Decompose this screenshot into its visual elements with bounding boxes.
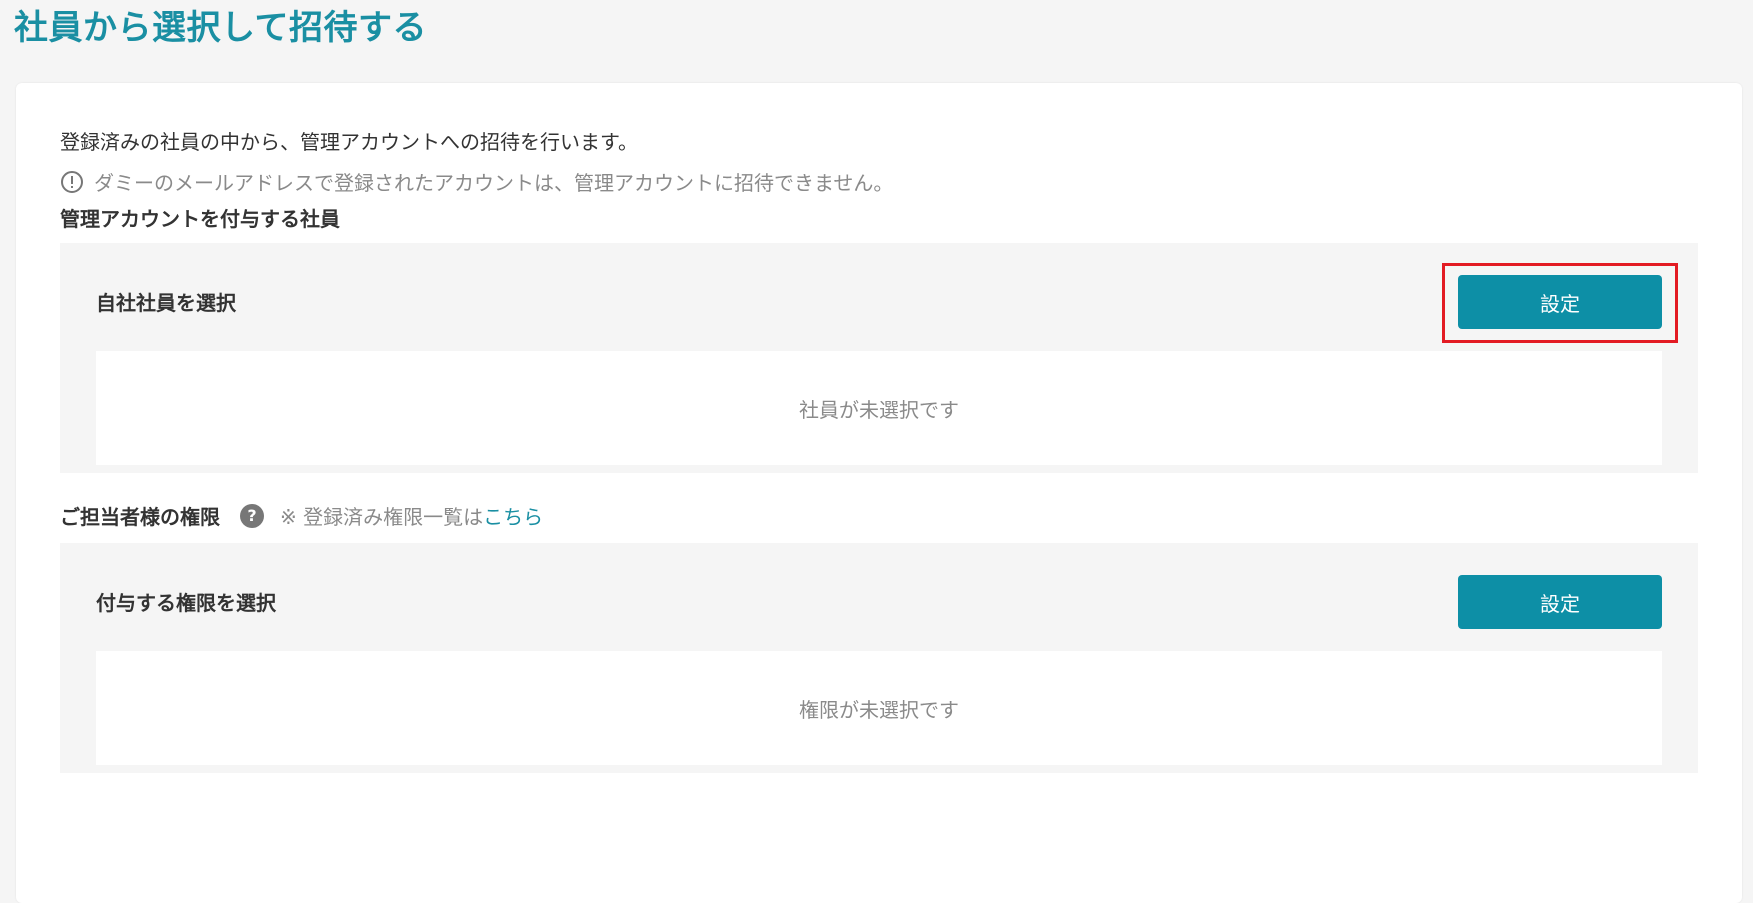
question-circle-icon[interactable]: ? xyxy=(240,503,264,528)
notice: ダミーのメールアドレスで登録されたアカウントは、管理アカウントに招待できません。 xyxy=(60,167,893,196)
employee-panel-title: 自社社員を選択 xyxy=(96,291,236,315)
permission-note: ※ 登録済み権限一覧は xyxy=(280,505,484,529)
employee-empty-box: 社員が未選択です xyxy=(96,351,1662,465)
permission-list-link[interactable]: こちら xyxy=(483,501,543,530)
permission-empty-text: 権限が未選択です xyxy=(799,697,959,722)
employee-panel: 自社社員を選択 設定 社員が未選択です xyxy=(60,243,1698,473)
page-title: 社員から選択して招待する xyxy=(14,8,427,48)
permission-panel-title: 付与する権限を選択 xyxy=(96,591,276,615)
employee-set-button[interactable]: 設定 xyxy=(1458,275,1662,329)
permission-section-label: ご担当者様の権限 ? ※ 登録済み権限一覧は こちら xyxy=(60,501,543,530)
permission-empty-box: 権限が未選択です xyxy=(96,651,1662,765)
exclamation-circle-icon xyxy=(60,170,84,194)
permission-set-button[interactable]: 設定 xyxy=(1458,575,1662,629)
employee-empty-text: 社員が未選択です xyxy=(799,397,959,422)
intro-text: 登録済みの社員の中から、管理アカウントへの招待を行います。 xyxy=(60,130,638,154)
employee-section-label: 管理アカウントを付与する社員 xyxy=(60,207,340,231)
permission-panel: 付与する権限を選択 設定 権限が未選択です xyxy=(60,543,1698,773)
permission-label-text: ご担当者様の権限 xyxy=(60,505,220,529)
invite-card: 登録済みの社員の中から、管理アカウントへの招待を行います。 ダミーのメールアドレ… xyxy=(16,83,1742,903)
notice-text: ダミーのメールアドレスで登録されたアカウントは、管理アカウントに招待できません。 xyxy=(94,171,894,195)
